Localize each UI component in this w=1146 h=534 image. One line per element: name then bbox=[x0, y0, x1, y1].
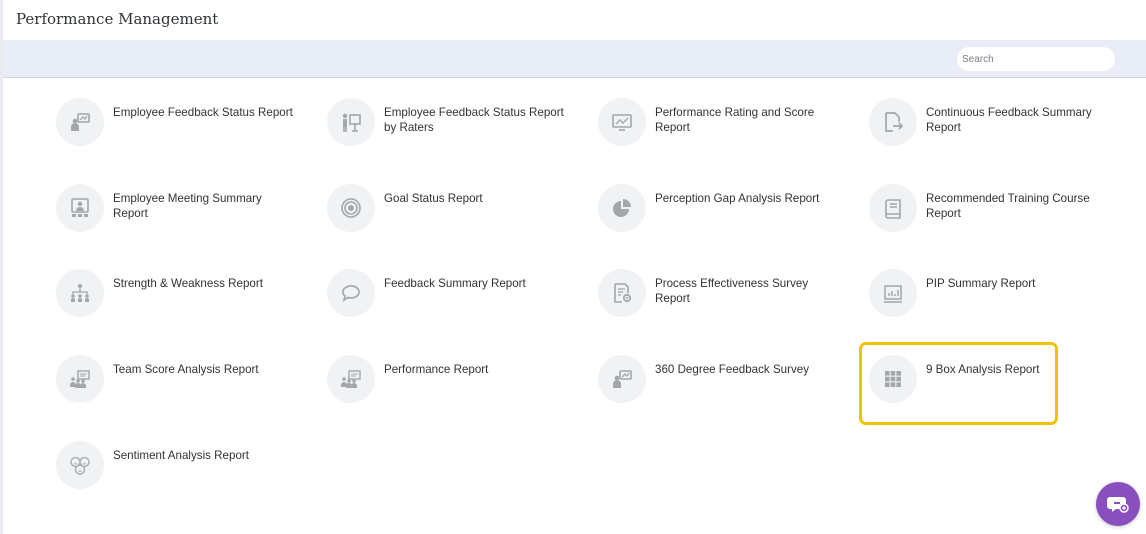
report-item[interactable]: Continuous Feedback Summary Report bbox=[869, 98, 1140, 184]
org-chart-icon bbox=[71, 284, 89, 303]
report-icon-circle bbox=[869, 269, 917, 318]
report-grid: Employee Feedback Status Report Employee … bbox=[56, 98, 1140, 526]
report-label: PIP Summary Report bbox=[926, 277, 1036, 291]
speech-bubble-icon bbox=[342, 285, 360, 303]
presenter-board-icon bbox=[71, 113, 90, 131]
report-label: Strength & Weakness Report bbox=[113, 277, 263, 291]
report-label: Continuous Feedback Summary Report bbox=[926, 106, 1092, 134]
report-item[interactable]: Process Effectiveness Survey Report bbox=[598, 269, 869, 355]
report-item[interactable]: 360 Degree Feedback Survey bbox=[598, 355, 869, 441]
report-icon-circle bbox=[598, 98, 646, 146]
report-item[interactable]: Employee Meeting Summary Report bbox=[56, 183, 327, 270]
search-input[interactable] bbox=[957, 47, 1115, 71]
report-item[interactable]: Team Score Analysis Report bbox=[56, 355, 327, 441]
team-board-icon bbox=[70, 370, 90, 389]
line-chart-monitor-icon bbox=[612, 114, 632, 131]
report-item[interactable]: Sentiment Analysis Report bbox=[56, 440, 327, 527]
report-icon-circle bbox=[869, 98, 917, 146]
report-item[interactable]: Employee Feedback Status Report by Rater… bbox=[327, 98, 598, 184]
report-label: Employee Meeting Summary Report bbox=[113, 191, 262, 220]
report-label: Sentiment Analysis Report bbox=[113, 448, 249, 462]
report-icon-circle bbox=[327, 269, 375, 318]
emoji-faces-icon bbox=[70, 456, 90, 475]
report-icon-circle bbox=[869, 183, 917, 232]
team-board-icon bbox=[341, 370, 361, 389]
toolbar bbox=[3, 40, 1146, 78]
report-label: Employee Feedback Status Report by Rater… bbox=[384, 106, 564, 134]
report-icon-circle bbox=[869, 355, 917, 404]
report-label: Performance Report bbox=[384, 363, 489, 377]
video-meeting-icon bbox=[71, 197, 89, 217]
report-icon-circle bbox=[327, 98, 375, 146]
target-icon bbox=[341, 197, 361, 218]
report-label: Employee Feedback Status Report bbox=[113, 106, 293, 119]
report-icon-circle bbox=[598, 355, 646, 404]
report-label: Feedback Summary Report bbox=[384, 277, 526, 291]
report-label: Process Effectiveness Survey Report bbox=[655, 277, 809, 306]
report-icon-circle bbox=[56, 98, 104, 146]
report-label: 360 Degree Feedback Survey bbox=[655, 363, 810, 377]
report-icon-circle bbox=[598, 183, 646, 232]
report-icon-circle bbox=[56, 355, 104, 404]
document-export-icon bbox=[885, 112, 904, 132]
nine-box-grid-icon bbox=[885, 371, 901, 388]
report-icon-circle bbox=[56, 440, 104, 489]
left-edge bbox=[0, 0, 3, 534]
report-item[interactable]: Strength & Weakness Report bbox=[56, 269, 327, 355]
report-icon-circle bbox=[56, 183, 104, 232]
report-label: Goal Status Report bbox=[384, 191, 483, 205]
chat-bubble-icon bbox=[1107, 497, 1129, 513]
report-icon-circle bbox=[56, 269, 104, 318]
document-gear-icon bbox=[614, 283, 632, 304]
report-item[interactable]: Goal Status Report bbox=[327, 183, 598, 270]
report-item[interactable]: Employee Feedback Status Report bbox=[56, 98, 327, 184]
report-item[interactable]: 9 Box Analysis Report bbox=[859, 342, 1140, 441]
report-icon-circle bbox=[598, 269, 646, 318]
report-label: Team Score Analysis Report bbox=[113, 363, 259, 377]
report-icon-circle bbox=[327, 183, 375, 232]
report-item[interactable]: Recommended Training Course Report bbox=[869, 183, 1140, 270]
report-label: Recommended Training Course Report bbox=[926, 191, 1090, 220]
presentation-stand-icon bbox=[342, 113, 361, 132]
book-icon bbox=[885, 198, 901, 219]
report-item[interactable]: Feedback Summary Report bbox=[327, 269, 598, 355]
report-item[interactable]: Performance Report bbox=[327, 355, 598, 441]
report-icon-circle bbox=[327, 355, 375, 404]
report-label: Performance Rating and Score Report bbox=[655, 106, 815, 134]
report-label: 9 Box Analysis Report bbox=[926, 363, 1040, 377]
report-label: Perception Gap Analysis Report bbox=[655, 191, 820, 205]
report-item[interactable]: Performance Rating and Score Report bbox=[598, 98, 869, 184]
page-title: Performance Management bbox=[16, 10, 219, 28]
chat-button[interactable] bbox=[1096, 482, 1140, 526]
report-item[interactable]: Perception Gap Analysis Report bbox=[598, 183, 869, 270]
board-chart-icon bbox=[884, 285, 902, 304]
presenter-board-icon bbox=[613, 370, 632, 389]
pie-chart-icon bbox=[613, 198, 631, 217]
